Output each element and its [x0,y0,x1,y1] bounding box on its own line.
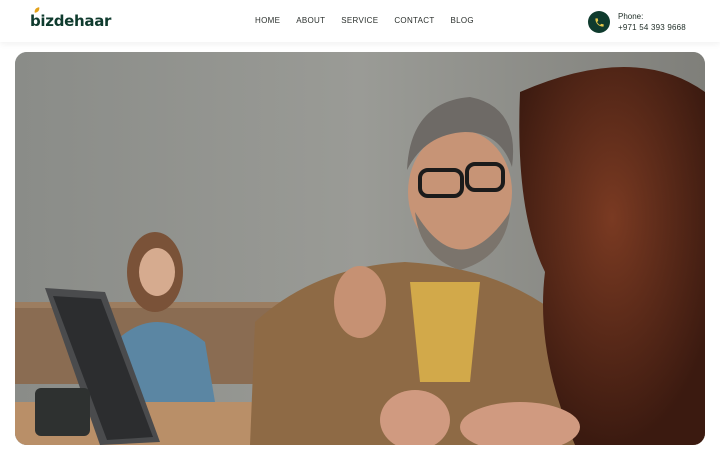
brand-name: bizdehaar [30,12,112,30]
phone-icon [594,17,604,27]
nav-blog[interactable]: BLOG [451,15,474,27]
nav-contact[interactable]: CONTACT [394,15,434,27]
brand-logo[interactable]: bizdehaar [30,7,112,31]
hero-photo [15,52,705,445]
phone-number[interactable]: +971 54 393 9668 [618,23,686,33]
nav-service[interactable]: SERVICE [341,15,378,27]
phone-button[interactable] [588,11,610,33]
nav-home[interactable]: HOME [255,15,280,27]
nav-about[interactable]: ABOUT [296,15,325,27]
hero-image [15,52,705,445]
phone-label: Phone: [618,12,644,21]
main-nav: HOME ABOUT SERVICE CONTACT BLOG [255,15,490,27]
site-header: bizdehaar HOME ABOUT SERVICE CONTACT BLO… [0,0,720,42]
